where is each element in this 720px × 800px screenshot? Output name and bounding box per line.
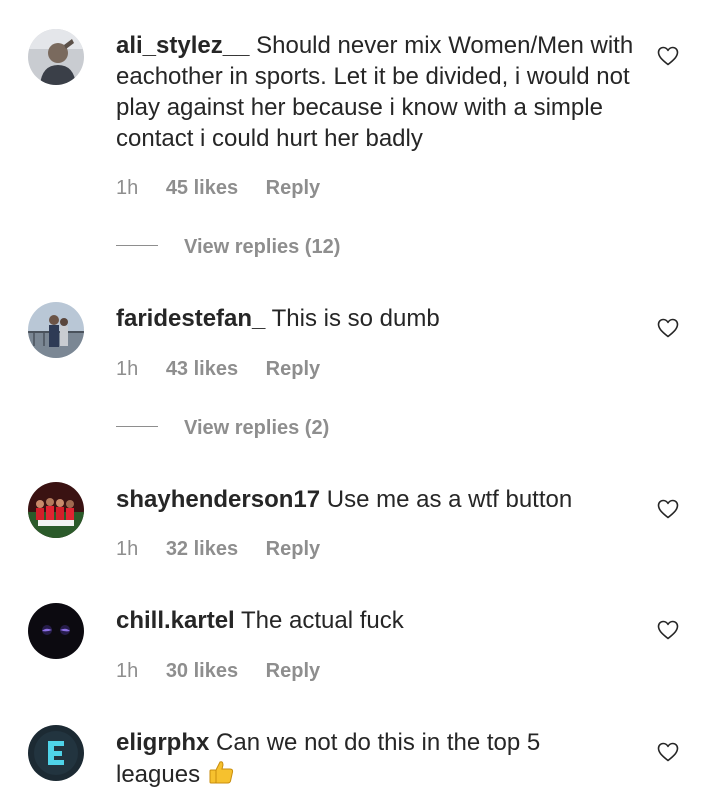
heart-outline-icon[interactable] bbox=[656, 44, 680, 68]
comment-username[interactable]: shayhenderson17 bbox=[116, 486, 320, 513]
comment-text-block: ali_stylez__ Should never mix Women/Men … bbox=[116, 30, 636, 154]
comment-time: 1h bbox=[116, 177, 139, 199]
heart-outline-icon[interactable] bbox=[656, 618, 680, 642]
comment-likes[interactable]: 32 likes bbox=[166, 538, 238, 560]
comment-username[interactable]: eligrphx bbox=[116, 729, 209, 756]
comment-meta: 1h 32 likes Reply bbox=[116, 537, 342, 561]
comment-username[interactable]: faridestefan_ bbox=[116, 305, 265, 332]
reply-button[interactable]: Reply bbox=[266, 358, 320, 380]
avatar[interactable] bbox=[28, 29, 84, 85]
view-replies-label: View replies (2) bbox=[184, 417, 330, 439]
comment-text-block: chill.kartel The actual fuck bbox=[116, 605, 636, 636]
reply-button[interactable]: Reply bbox=[266, 538, 320, 560]
view-replies-button[interactable]: View replies (12) bbox=[116, 236, 340, 260]
avatar[interactable] bbox=[28, 603, 84, 659]
comment-body: Use me as a wtf button bbox=[326, 486, 573, 513]
heart-outline-icon[interactable] bbox=[656, 497, 680, 521]
comment-body: The actual fuck bbox=[240, 607, 404, 634]
comment-username[interactable]: chill.kartel bbox=[116, 607, 235, 634]
comment-meta: 1h 30 likes Reply bbox=[116, 659, 342, 683]
avatar[interactable] bbox=[28, 725, 84, 781]
view-replies-label: View replies (12) bbox=[184, 236, 341, 258]
comment-likes[interactable]: 43 likes bbox=[166, 358, 238, 380]
view-replies-button[interactable]: View replies (2) bbox=[116, 417, 329, 441]
comment-meta: 1h 45 likes Reply bbox=[116, 176, 342, 200]
thumbs-up-emoji bbox=[209, 761, 233, 784]
reply-button[interactable]: Reply bbox=[266, 660, 320, 682]
comment-username[interactable]: ali_stylez__ bbox=[116, 32, 249, 59]
comment-time: 1h bbox=[116, 660, 139, 682]
comment-likes[interactable]: 45 likes bbox=[166, 177, 238, 199]
avatar[interactable] bbox=[28, 302, 84, 358]
heart-outline-icon[interactable] bbox=[656, 740, 680, 764]
comment-text-block: eligrphx Can we not do this in the top 5… bbox=[116, 727, 576, 790]
comment-text-block: shayhenderson17 Use me as a wtf button bbox=[116, 484, 636, 515]
comment-likes[interactable]: 30 likes bbox=[166, 660, 238, 682]
reply-button[interactable]: Reply bbox=[266, 177, 320, 199]
comment-time: 1h bbox=[116, 358, 139, 380]
replies-divider-line bbox=[116, 245, 158, 247]
comment-text-block: faridestefan_ This is so dumb bbox=[116, 303, 636, 334]
comment-body: This is so dumb bbox=[271, 305, 440, 332]
comment-time: 1h bbox=[116, 538, 139, 560]
heart-outline-icon[interactable] bbox=[656, 316, 680, 340]
replies-divider-line bbox=[116, 426, 158, 428]
comment-meta: 1h 43 likes Reply bbox=[116, 357, 342, 381]
avatar[interactable] bbox=[28, 482, 84, 538]
